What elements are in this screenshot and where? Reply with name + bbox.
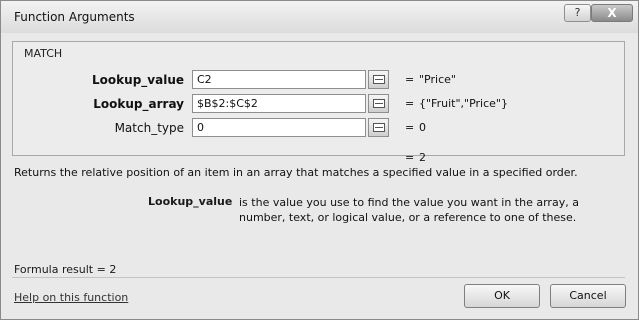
formula-equals: = <box>405 151 415 164</box>
match-type-input[interactable] <box>192 118 366 137</box>
lookup-value-equals: = <box>405 73 415 86</box>
collapse-dialog-icon <box>373 123 385 132</box>
function-arguments-dialog: Function Arguments ? X MATCH Lookup_valu… <box>0 0 639 320</box>
formula-result: Formula result = 2 <box>14 263 116 276</box>
collapse-dialog-icon <box>373 75 385 84</box>
formula-result-value: 2 <box>109 263 117 276</box>
help-on-function-link[interactable]: Help on this function <box>14 291 128 304</box>
dialog-title: Function Arguments <box>14 10 135 24</box>
help-button[interactable]: ? <box>564 4 591 22</box>
lookup-array-label: Lookup_array <box>93 97 184 111</box>
match-type-result: 0 <box>419 121 426 134</box>
argument-help-label: Lookup_value <box>148 195 233 208</box>
collapse-dialog-icon <box>373 99 385 108</box>
lookup-value-label: Lookup_value <box>92 73 184 87</box>
match-type-label: Match_type <box>114 121 184 135</box>
lookup-value-result: "Price" <box>419 73 456 86</box>
formula-value: 2 <box>419 151 426 164</box>
lookup-array-result: {"Fruit","Price"} <box>419 97 508 110</box>
formula-result-label: Formula result = <box>14 263 106 276</box>
ok-button[interactable]: OK <box>464 284 540 308</box>
match-type-equals: = <box>405 121 415 134</box>
lookup-array-input[interactable] <box>192 94 366 113</box>
function-name: MATCH <box>24 47 63 60</box>
close-button[interactable]: X <box>591 4 633 22</box>
function-description: Returns the relative position of an item… <box>14 166 578 179</box>
match-type-collapse-button[interactable] <box>368 118 389 137</box>
lookup-value-input[interactable] <box>192 70 366 89</box>
lookup-value-collapse-button[interactable] <box>368 70 389 89</box>
lookup-array-collapse-button[interactable] <box>368 94 389 113</box>
title-bar[interactable]: Function Arguments ? X <box>1 1 638 33</box>
cancel-button[interactable]: Cancel <box>550 284 626 308</box>
footer-divider <box>12 277 625 278</box>
lookup-array-equals: = <box>405 97 415 110</box>
argument-help-text: is the value you use to find the value y… <box>239 196 579 224</box>
